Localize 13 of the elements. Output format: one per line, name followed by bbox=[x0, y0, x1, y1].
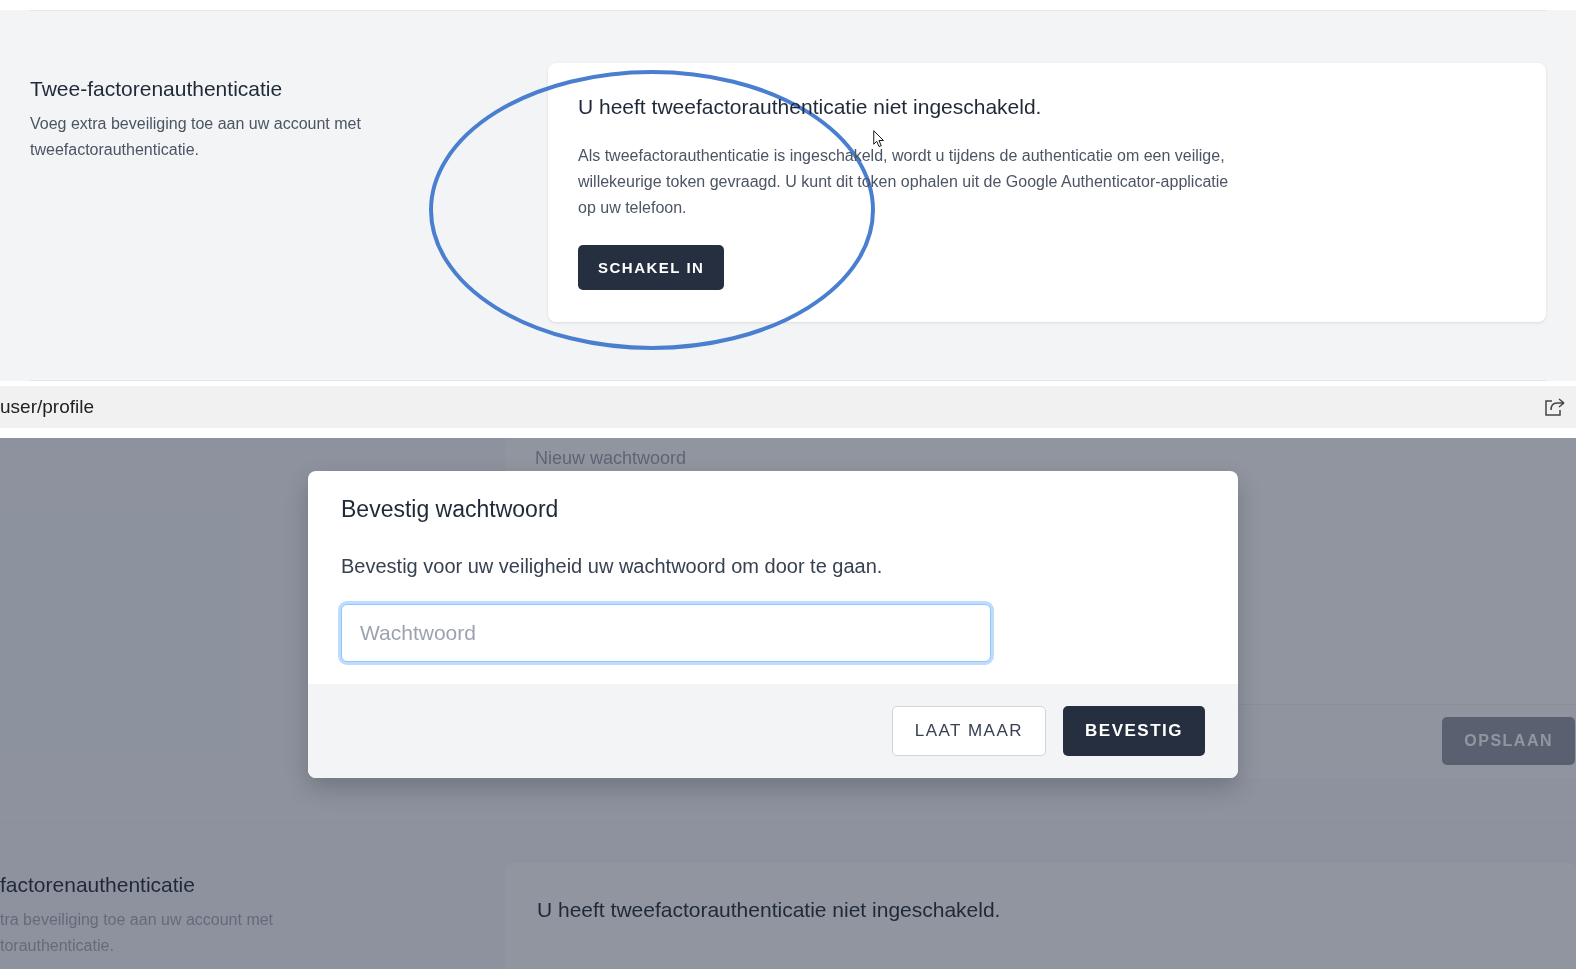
share-icon[interactable] bbox=[1544, 397, 1566, 417]
section-title: Twee-factorenauthenticatie bbox=[30, 77, 284, 101]
cancel-button[interactable]: LAAT MAAR bbox=[891, 706, 1047, 756]
dialog-title: Bevestig wachtwoord bbox=[341, 496, 560, 523]
section-title: factorenauthenticatie bbox=[0, 873, 196, 897]
confirm-button[interactable]: BEVESTIG bbox=[1063, 706, 1205, 756]
mouse-cursor-icon bbox=[873, 130, 885, 148]
address-url[interactable]: user/profile bbox=[0, 396, 94, 418]
card-heading: U heeft tweefactorauthenticatie niet ingeschakeld. bbox=[537, 898, 1002, 922]
password-field[interactable]: Wachtwoord bbox=[341, 604, 991, 662]
section-description: Voeg extra beveiliging toe aan uw account met tweefactorauthenticatie. bbox=[30, 114, 362, 160]
enable-button[interactable]: SCHAKEL IN bbox=[578, 245, 725, 290]
dialog-message: Bevestig voor uw veiligheid uw wachtwoord om door te gaan. bbox=[341, 555, 884, 578]
